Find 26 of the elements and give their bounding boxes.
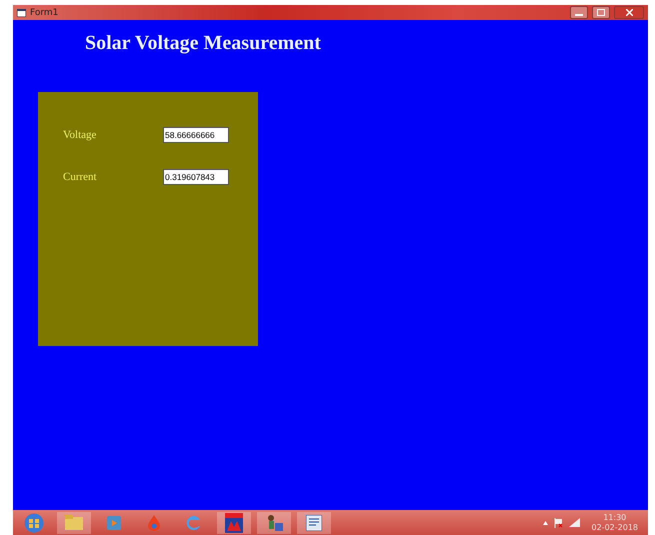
close-icon (626, 9, 632, 16)
minimize-button[interactable] (570, 6, 588, 19)
reading-field[interactable]: 58.66666666 (163, 127, 229, 143)
clock-time: 11:30 (603, 512, 626, 522)
maximize-icon (597, 9, 605, 16)
taskbar-button[interactable] (257, 512, 291, 534)
window-title: Form1 (30, 8, 60, 18)
app-icon (225, 512, 243, 532)
tray-caret-icon (542, 520, 548, 524)
close-button[interactable] (614, 6, 644, 19)
reading-field[interactable]: 0.319607843 (163, 169, 229, 185)
start-orb-icon (24, 512, 44, 532)
flame-icon (148, 514, 160, 530)
folder-icon (65, 515, 83, 530)
flag-icon (554, 518, 562, 528)
taskbar-button[interactable] (297, 512, 331, 534)
reading-label: Current (63, 171, 98, 183)
clock-date: 02-02-2018 (592, 522, 638, 532)
document-icon (306, 514, 322, 530)
window-icon (17, 8, 26, 16)
media-player-icon (107, 516, 121, 530)
taskbar-button[interactable] (217, 512, 251, 534)
maximize-button[interactable] (592, 6, 610, 19)
reading-label: Voltage (63, 129, 98, 141)
signal-icon (568, 518, 580, 527)
page-heading: Solar Voltage Measurement (85, 32, 322, 55)
